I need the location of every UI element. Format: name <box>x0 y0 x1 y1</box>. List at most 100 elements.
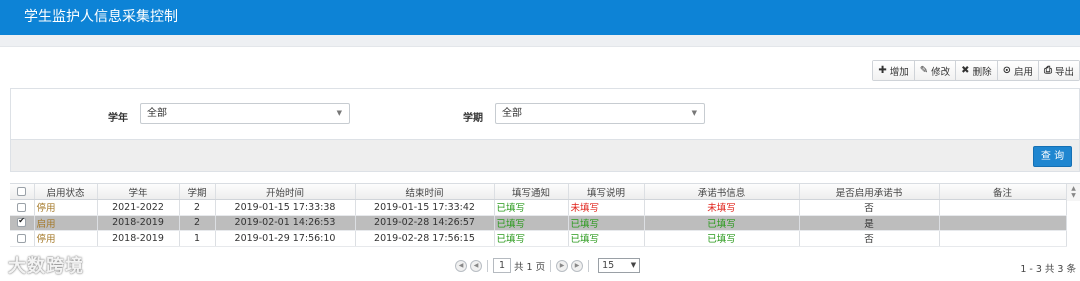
status-cell: 停用 <box>34 230 98 247</box>
table-row[interactable]: 启用 2018-2019 2 2019-02-01 14:26:53 2019-… <box>10 215 1067 231</box>
column-header[interactable]: 启用状态 <box>34 184 98 200</box>
first-page-icon[interactable]: ◀ <box>455 259 467 272</box>
export-button-label: 导出 <box>1054 66 1074 78</box>
column-header[interactable]: 承诺书信息 <box>644 184 800 200</box>
enable-icon: ⊙ <box>1002 64 1011 76</box>
action-toolbar: ✚ 增加 ✎ 修改 ✖ 删除 ⊙ 启用 ⎙ 导出 <box>872 60 1080 81</box>
data-grid: ▲ ▼ 启用状态 学年 学期 开始时间 结束时间 填写通知 填写说明 承诺书信息 … <box>10 183 1080 247</box>
table-row[interactable]: 停用 2021-2022 2 2019-01-15 17:33:38 2019-… <box>10 199 1067 216</box>
checkbox-checked-icon <box>17 216 27 228</box>
checkbox-icon <box>17 233 27 243</box>
row-checkbox[interactable] <box>10 230 35 247</box>
remark-cell <box>939 215 1067 231</box>
pagination-controls: ◀ ◀ 1 共 1 页 ▶ ▶ 15 ▼ <box>455 258 641 273</box>
year-select[interactable]: 全部 ▼ <box>140 103 350 124</box>
print-icon: ⎙ <box>1043 64 1052 76</box>
pagination-bar: ◀ ◀ 1 共 1 页 ▶ ▶ 15 ▼ 1 - 3 共 3 条 <box>0 256 1080 276</box>
add-button-label: 增加 <box>889 66 909 78</box>
column-header[interactable]: 结束时间 <box>355 184 495 200</box>
filter-panel: 学年 全部 ▼ 学期 全部 ▼ <box>10 88 1080 139</box>
enable-button-label: 启用 <box>1013 66 1033 78</box>
column-header[interactable]: 学年 <box>97 184 180 200</box>
data-table: 启用状态 学年 学期 开始时间 结束时间 填写通知 填写说明 承诺书信息 是否启… <box>10 184 1067 247</box>
year-filter-label: 学年 <box>108 113 128 124</box>
use-promise-cell: 是 <box>799 215 940 231</box>
sub-header-strip <box>0 35 1080 47</box>
use-promise-cell: 否 <box>799 199 940 216</box>
end-time-cell: 2019-02-28 17:56:15 <box>355 230 495 247</box>
notice-cell: 已填写 <box>494 215 569 231</box>
chevron-down-icon: ▼ <box>336 109 342 117</box>
delete-button[interactable]: ✖ 删除 <box>956 61 998 80</box>
prev-page-icon[interactable]: ◀ <box>470 259 482 272</box>
desc-cell: 已填写 <box>568 230 645 247</box>
start-time-cell: 2019-02-01 14:26:53 <box>215 215 356 231</box>
checkbox-icon <box>17 202 27 212</box>
query-button[interactable]: 查 询 <box>1033 146 1072 167</box>
term-select[interactable]: 全部 ▼ <box>495 103 705 124</box>
record-count-info: 1 - 3 共 3 条 <box>1020 264 1076 275</box>
query-bar: 查 询 <box>10 139 1080 172</box>
notice-cell: 已填写 <box>494 199 569 216</box>
promise-cell: 已填写 <box>644 215 800 231</box>
table-header-row: 启用状态 学年 学期 开始时间 结束时间 填写通知 填写说明 承诺书信息 是否启… <box>10 184 1067 200</box>
last-page-icon[interactable]: ▶ <box>571 259 584 272</box>
term-cell: 2 <box>179 199 216 216</box>
delete-icon: ✖ <box>961 64 970 76</box>
start-time-cell: 2019-01-15 17:33:38 <box>215 199 356 216</box>
divider <box>487 259 488 272</box>
column-header[interactable]: 填写说明 <box>568 184 645 200</box>
delete-button-label: 删除 <box>972 66 992 78</box>
edit-button[interactable]: ✎ 修改 <box>914 61 957 80</box>
end-time-cell: 2019-01-15 17:33:42 <box>355 199 495 216</box>
promise-cell: 未填写 <box>644 199 800 216</box>
year-cell: 2018-2019 <box>97 230 180 247</box>
page-title-bar: 学生监护人信息采集控制 <box>0 0 1080 35</box>
divider <box>550 259 552 272</box>
page-size-value: 15 <box>602 260 615 271</box>
use-promise-cell: 否 <box>799 230 940 247</box>
year-cell: 2018-2019 <box>97 215 180 231</box>
column-header[interactable]: 开始时间 <box>215 184 356 200</box>
column-header[interactable]: 备注 <box>939 184 1067 200</box>
checkbox-icon <box>17 187 27 196</box>
select-all-checkbox[interactable] <box>10 184 35 200</box>
remark-cell <box>939 199 1067 216</box>
column-header[interactable]: 是否启用承诺书 <box>799 184 940 200</box>
column-header[interactable]: 学期 <box>179 184 216 200</box>
edit-button-label: 修改 <box>931 66 951 78</box>
term-select-value: 全部 <box>502 108 522 119</box>
start-time-cell: 2019-01-29 17:56:10 <box>215 230 356 247</box>
plus-icon: ✚ <box>878 64 887 76</box>
export-button[interactable]: ⎙ 导出 <box>1038 61 1079 80</box>
term-cell: 1 <box>179 230 216 247</box>
watermark-logo: 大数跨境 <box>8 256 84 277</box>
remark-cell <box>939 230 1067 247</box>
term-cell: 2 <box>179 215 216 231</box>
page-size-select[interactable]: 15 ▼ <box>598 258 641 273</box>
chevron-down-icon: ▼ <box>691 109 697 117</box>
end-time-cell: 2019-02-28 14:26:57 <box>355 215 495 231</box>
enable-button[interactable]: ⊙ 启用 <box>997 61 1039 80</box>
row-checkbox[interactable] <box>10 215 35 231</box>
notice-cell: 已填写 <box>494 230 569 247</box>
table-row[interactable]: 停用 2018-2019 1 2019-01-29 17:56:10 2019-… <box>10 230 1067 247</box>
page-number-input[interactable]: 1 <box>493 258 511 273</box>
status-cell: 停用 <box>34 199 98 216</box>
year-select-value: 全部 <box>147 108 167 119</box>
next-page-icon[interactable]: ▶ <box>556 259 569 272</box>
divider <box>588 259 590 272</box>
row-checkbox[interactable] <box>10 199 35 216</box>
desc-cell: 未填写 <box>568 199 645 216</box>
term-filter-label: 学期 <box>463 113 483 124</box>
year-cell: 2021-2022 <box>97 199 180 216</box>
chevron-down-icon: ▼ <box>630 261 637 269</box>
add-button[interactable]: ✚ 增加 <box>873 61 915 80</box>
status-cell: 启用 <box>34 215 98 231</box>
page-title: 学生监护人信息采集控制 <box>24 9 178 25</box>
desc-cell: 已填写 <box>568 215 645 231</box>
edit-icon: ✎ <box>919 64 929 76</box>
column-header[interactable]: 填写通知 <box>494 184 569 200</box>
total-pages-text: 共 1 页 <box>514 261 546 273</box>
grid-scrollbar[interactable]: ▲ ▼ <box>1066 184 1080 201</box>
